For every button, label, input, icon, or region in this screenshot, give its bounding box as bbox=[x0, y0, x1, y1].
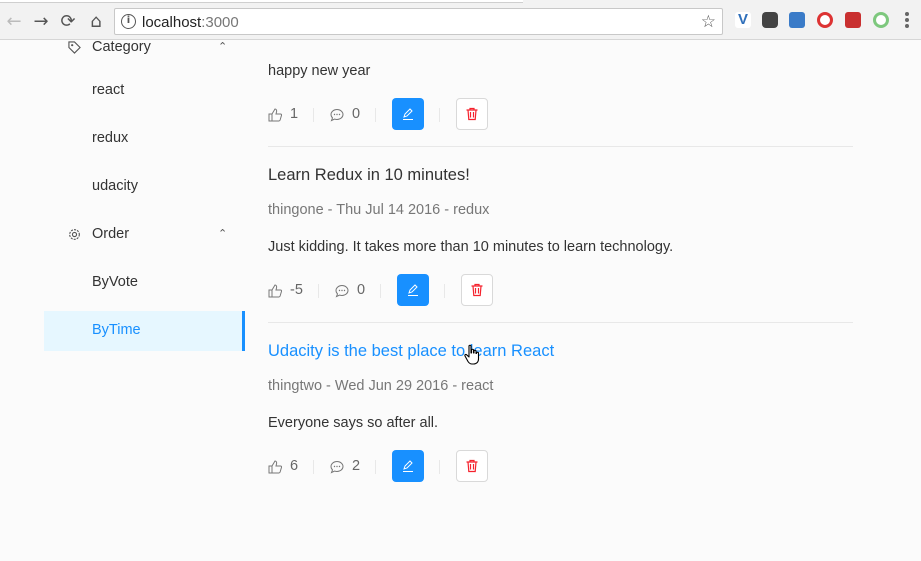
tag-icon bbox=[68, 41, 81, 54]
delete-button[interactable] bbox=[456, 450, 488, 482]
sidebar-group-order[interactable]: Order ⌃ bbox=[44, 215, 245, 255]
sidebar-item-label: ByVote bbox=[92, 274, 138, 290]
sidebar-group-category[interactable]: Category ⌃ bbox=[44, 28, 245, 68]
like-icon bbox=[268, 460, 282, 474]
vote-count: 1 bbox=[290, 106, 299, 122]
post-meta: thingtwo - Wed Jun 29 2016 - react bbox=[268, 378, 494, 394]
edit-button[interactable] bbox=[392, 98, 424, 130]
post-meta: thingone - Thu Jul 14 2016 - redux bbox=[268, 202, 490, 218]
evernote-extension-icon[interactable] bbox=[762, 12, 778, 28]
post-divider bbox=[268, 146, 853, 147]
action-divider bbox=[444, 284, 445, 298]
post-body: Just kidding. It takes more than 10 minu… bbox=[268, 239, 674, 255]
opera-extension-icon[interactable] bbox=[817, 12, 833, 28]
edit-button[interactable] bbox=[392, 450, 424, 482]
sidebar-item-label: udacity bbox=[92, 178, 138, 194]
sidebar-item-label: ByTime bbox=[92, 322, 141, 338]
hand-cursor-icon bbox=[464, 344, 480, 365]
green-extension-icon[interactable] bbox=[873, 12, 889, 28]
red-extension-icon[interactable] bbox=[845, 12, 861, 28]
post-body: happy new year bbox=[268, 63, 371, 79]
rss-extension-icon[interactable] bbox=[789, 12, 805, 28]
chevron-up-icon: ⌃ bbox=[218, 40, 228, 53]
delete-button[interactable] bbox=[461, 274, 493, 306]
info-icon[interactable]: i bbox=[121, 14, 136, 29]
tab-strip bbox=[0, 0, 921, 4]
action-divider bbox=[380, 284, 381, 298]
like-icon bbox=[268, 108, 282, 122]
action-divider bbox=[318, 284, 319, 298]
back-icon[interactable]: ← bbox=[3, 10, 25, 32]
comment-count: 0 bbox=[352, 106, 361, 122]
action-divider bbox=[375, 460, 376, 474]
action-divider bbox=[439, 460, 440, 474]
trash-icon bbox=[466, 107, 478, 121]
comment-icon bbox=[335, 284, 349, 298]
chevron-up-icon: ⌃ bbox=[218, 227, 228, 240]
sidebar-item-byvote[interactable]: ByVote bbox=[44, 263, 245, 303]
action-divider bbox=[375, 108, 376, 122]
sidebar-group-label: Order bbox=[92, 226, 130, 242]
post-title[interactable]: Udacity is the best place to learn React bbox=[268, 342, 554, 361]
vote-count: 6 bbox=[290, 458, 299, 474]
comment-count: 2 bbox=[352, 458, 361, 474]
gear-icon bbox=[69, 229, 80, 240]
post-divider bbox=[268, 322, 853, 323]
bookmark-star-icon[interactable]: ☆ bbox=[701, 12, 716, 32]
edit-icon bbox=[403, 108, 413, 120]
comment-icon bbox=[330, 108, 344, 122]
action-divider bbox=[313, 108, 314, 122]
extension-v-icon[interactable]: V bbox=[735, 12, 751, 28]
edit-icon bbox=[408, 284, 418, 296]
sidebar: Category ⌃ react redux udacity Order ⌃ B… bbox=[44, 39, 245, 561]
comment-icon bbox=[330, 460, 344, 474]
edit-button[interactable] bbox=[397, 274, 429, 306]
trash-icon bbox=[471, 283, 483, 297]
comment-count: 0 bbox=[357, 282, 366, 298]
delete-button[interactable] bbox=[456, 98, 488, 130]
edit-icon bbox=[403, 460, 413, 472]
post-title[interactable]: Learn Redux in 10 minutes! bbox=[268, 166, 470, 185]
action-divider bbox=[313, 460, 314, 474]
sidebar-item-label: redux bbox=[92, 130, 129, 146]
action-divider bbox=[439, 108, 440, 122]
sidebar-item-react[interactable]: react bbox=[44, 71, 245, 111]
sidebar-item-label: react bbox=[92, 82, 125, 98]
like-icon bbox=[268, 284, 282, 298]
sidebar-group-label: Category bbox=[92, 39, 151, 55]
sidebar-item-redux[interactable]: redux bbox=[44, 119, 245, 159]
browser-menu-icon[interactable] bbox=[905, 12, 909, 28]
sidebar-item-bytime[interactable]: ByTime bbox=[44, 311, 245, 351]
active-tab-edge[interactable] bbox=[0, 0, 523, 3]
vote-count: -5 bbox=[290, 282, 303, 298]
post-body: Everyone says so after all. bbox=[268, 415, 439, 431]
trash-icon bbox=[466, 459, 478, 473]
sidebar-item-udacity[interactable]: udacity bbox=[44, 167, 245, 207]
